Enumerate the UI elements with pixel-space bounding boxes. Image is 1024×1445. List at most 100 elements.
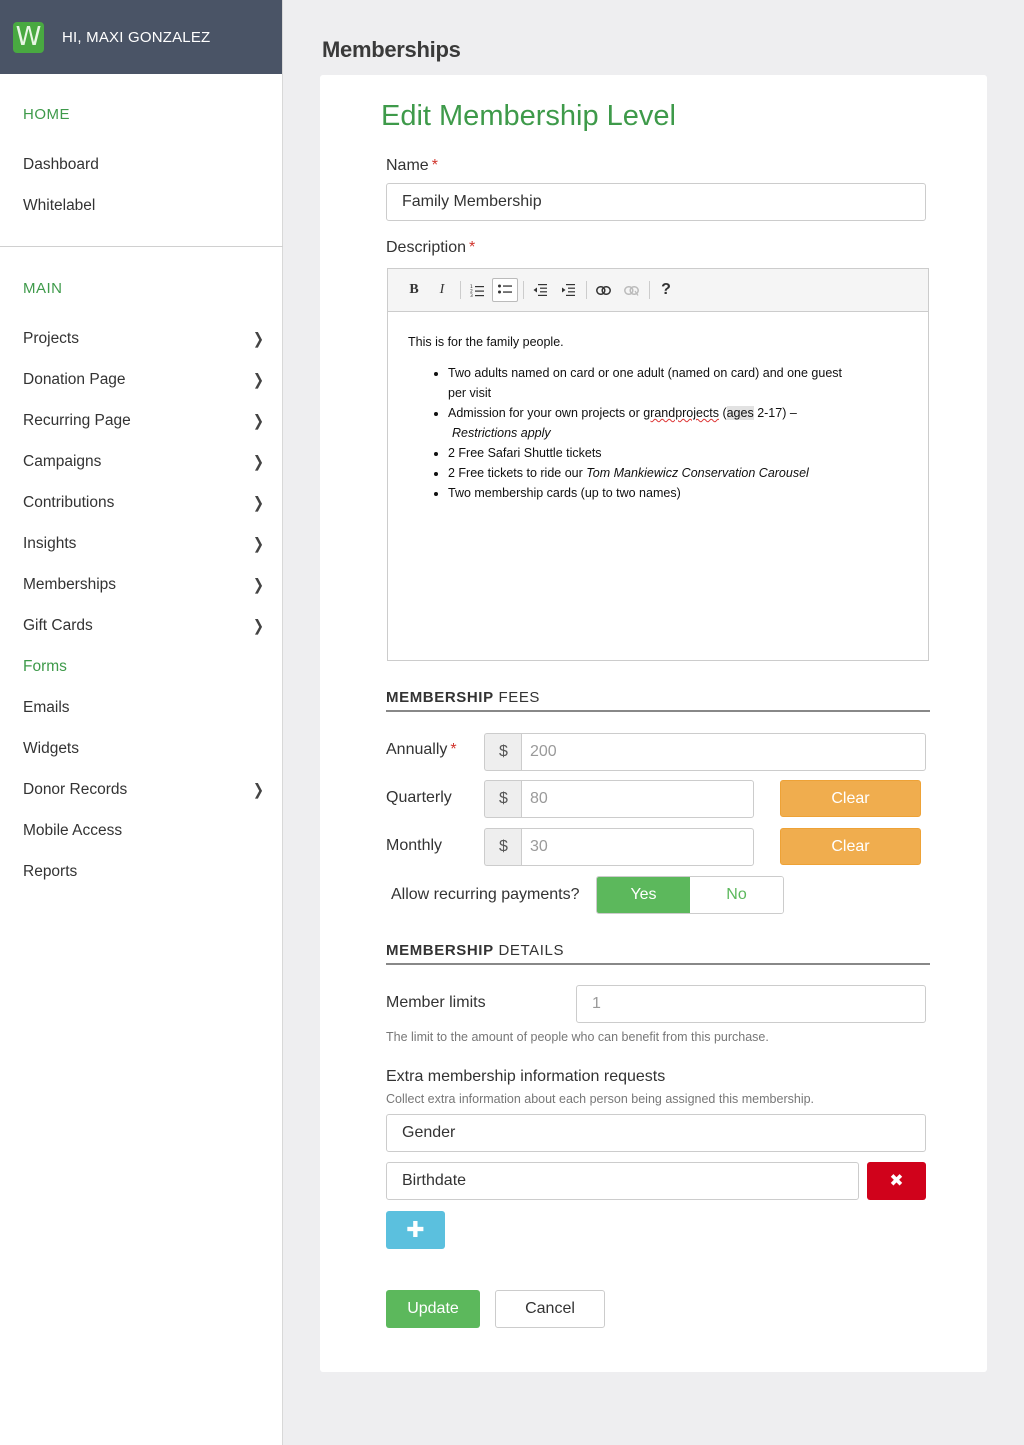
recurring-yes-button[interactable]: Yes	[597, 877, 690, 913]
required-marker: *	[469, 239, 476, 256]
description-editor[interactable]: B I 123 ? This is for the family people.…	[387, 268, 929, 661]
list-item-text: 2-17) –	[753, 406, 797, 420]
name-input[interactable]: Family Membership	[386, 183, 926, 221]
sidebar-item-label: Dashboard	[23, 156, 99, 173]
description-label-text: Description	[386, 239, 467, 256]
list-item-italic: Tom Mankiewicz Conservation Carousel	[586, 466, 809, 480]
editor-toolbar: B I 123 ?	[388, 269, 928, 312]
currency-addon: $	[484, 733, 522, 771]
sidebar-divider	[0, 246, 283, 247]
member-limits-input[interactable]: 1	[576, 985, 926, 1023]
description-label: Description *	[386, 239, 475, 257]
chevron-right-icon: ❯	[253, 370, 264, 389]
sidebar-item-label: Mobile Access	[23, 822, 123, 839]
monthly-label: Monthly	[386, 837, 443, 854]
misspelled-word: grandprojects	[643, 406, 719, 420]
sidebar-item-label: Memberships	[23, 576, 117, 593]
toolbar-separator	[586, 281, 587, 299]
chevron-right-icon: ❯	[253, 780, 264, 799]
annually-input[interactable]: 200	[521, 733, 926, 771]
sidebar-item-recurring-page[interactable]: Recurring Page ❯	[23, 410, 264, 432]
svg-text:3: 3	[470, 293, 473, 297]
annually-label-text: Annually	[386, 741, 448, 758]
currency-addon: $	[484, 780, 522, 818]
monthly-clear-button[interactable]: Clear	[780, 828, 921, 865]
sidebar-item-label: Contributions	[23, 494, 115, 511]
update-button[interactable]: Update	[386, 1290, 480, 1328]
sidebar-item-label: Projects	[23, 330, 79, 347]
outdent-icon[interactable]	[527, 278, 553, 302]
sidebar-item-campaigns[interactable]: Campaigns ❯	[23, 451, 264, 473]
sidebar-item-projects[interactable]: Projects ❯	[23, 328, 264, 350]
sidebar-item-mobile-access[interactable]: Mobile Access	[23, 820, 263, 842]
description-list: Two adults named on card or one adult (n…	[408, 363, 908, 503]
help-icon[interactable]: ?	[653, 278, 679, 302]
list-item-text: Admission for your own projects or	[448, 406, 644, 420]
list-item: 2 Free tickets to ride our Tom Mankiewic…	[448, 463, 908, 483]
sidebar-item-whitelabel[interactable]: Whitelabel	[23, 195, 263, 217]
member-limits-label: Member limits	[386, 994, 486, 1011]
sidebar-item-label: Donation Page	[23, 371, 126, 388]
sidebar-item-memberships[interactable]: Memberships ❯	[23, 574, 264, 596]
sidebar-item-donation-page[interactable]: Donation Page ❯	[23, 369, 264, 391]
recurring-no-button[interactable]: No	[690, 877, 783, 913]
name-label: Name *	[386, 157, 438, 175]
sidebar-item-label: Whitelabel	[23, 197, 96, 214]
section-title-rest: FEES	[493, 689, 541, 706]
sidebar-item-emails[interactable]: Emails	[23, 697, 263, 719]
list-item: Two membership cards (up to two names)	[448, 483, 908, 503]
membership-fees-section-title: MEMBERSHIP FEES	[386, 689, 930, 712]
sidebar-item-label: Forms	[23, 658, 67, 675]
sidebar-item-forms[interactable]: Forms	[23, 656, 263, 678]
remove-field-button[interactable]: ✖	[867, 1162, 926, 1200]
sidebar-item-contributions[interactable]: Contributions ❯	[23, 492, 264, 514]
sidebar-item-label: Insights	[23, 535, 77, 552]
section-title-bold: MEMBERSHIP	[386, 689, 494, 706]
sidebar-item-label: Campaigns	[23, 453, 102, 470]
link-icon[interactable]	[590, 278, 616, 302]
indent-icon[interactable]	[555, 278, 581, 302]
extra-info-label: Extra membership information requests	[386, 1068, 666, 1085]
toolbar-separator	[460, 281, 461, 299]
sidebar-item-label: Widgets	[23, 740, 79, 757]
bold-icon[interactable]: B	[401, 278, 427, 302]
list-item: Two adults named on card or one adult (n…	[448, 363, 908, 403]
sidebar-item-insights[interactable]: Insights ❯	[23, 533, 264, 555]
recurring-payments-toggle: Yes No	[596, 876, 784, 914]
chevron-right-icon: ❯	[253, 575, 264, 594]
chevron-right-icon: ❯	[253, 534, 264, 553]
extra-info-field[interactable]: Birthdate	[386, 1162, 859, 1200]
sidebar-item-label: Donor Records	[23, 781, 128, 798]
sidebar-item-dashboard[interactable]: Dashboard	[23, 154, 263, 176]
plus-icon: ✚	[406, 1217, 425, 1242]
app-logo[interactable]: W	[13, 21, 44, 53]
unlink-icon[interactable]	[618, 278, 644, 302]
list-item: Admission for your own projects or grand…	[448, 403, 908, 443]
quarterly-input[interactable]: 80	[521, 780, 754, 818]
extra-info-field[interactable]: Gender	[386, 1114, 926, 1152]
section-title-bold: MEMBERSHIP	[386, 942, 494, 959]
sidebar-item-donor-records[interactable]: Donor Records ❯	[23, 779, 264, 801]
italic-icon[interactable]: I	[429, 278, 455, 302]
member-limits-help: The limit to the amount of people who ca…	[386, 1030, 769, 1044]
sidebar-header: W HI, MAXI GONZALEZ	[0, 0, 282, 74]
chevron-right-icon: ❯	[253, 329, 264, 348]
sidebar-item-label: Gift Cards	[23, 617, 93, 634]
monthly-input[interactable]: 30	[521, 828, 754, 866]
cancel-button[interactable]: Cancel	[495, 1290, 605, 1328]
list-item: 2 Free Safari Shuttle tickets	[448, 443, 908, 463]
editor-content[interactable]: This is for the family people. Two adult…	[388, 312, 928, 523]
unordered-list-icon[interactable]	[492, 278, 518, 302]
sidebar-item-widgets[interactable]: Widgets	[23, 738, 263, 760]
sidebar-item-reports[interactable]: Reports	[23, 861, 263, 883]
user-greeting[interactable]: HI, MAXI GONZALEZ	[62, 29, 210, 46]
sidebar-item-gift-cards[interactable]: Gift Cards ❯	[23, 615, 264, 637]
list-item-italic: Restrictions apply	[452, 426, 551, 440]
currency-addon: $	[484, 828, 522, 866]
page-title: Memberships	[322, 37, 461, 62]
quarterly-clear-button[interactable]: Clear	[780, 780, 921, 817]
add-field-button[interactable]: ✚	[386, 1211, 445, 1249]
ordered-list-icon[interactable]: 123	[464, 278, 490, 302]
recurring-payments-label: Allow recurring payments?	[391, 886, 580, 903]
annually-label: Annually *	[386, 741, 457, 759]
